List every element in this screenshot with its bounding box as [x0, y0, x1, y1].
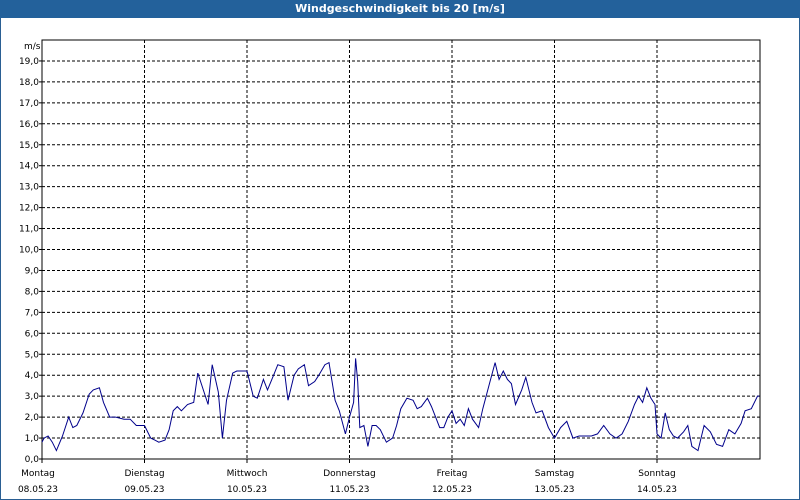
x-tick-date-label: 12.05.23 — [432, 485, 472, 495]
y-tick-label: 12,0 — [19, 204, 39, 214]
y-tick-label: 8,0 — [25, 287, 40, 297]
wind-speed-chart: m/s 0,0 1,0 2,0 3,0 4,0 5,0 6,0 7,0 8,0 9,0 10,0 11… — [18, 39, 761, 495]
y-tick-label: 17,0 — [19, 99, 39, 109]
x-tick-day-label: Dienstag — [124, 469, 164, 479]
x-tick-date-label: 08.05.23 — [18, 485, 58, 495]
y-tick-label: 0,0 — [25, 455, 40, 465]
y-axis-ticks: 0,0 1,0 2,0 3,0 4,0 5,0 6,0 7,0 8,0 9,0 10,0 11,0 12… — [19, 57, 42, 465]
y-tick-label: 9,0 — [25, 266, 40, 276]
y-tick-label: 1,0 — [25, 434, 40, 444]
y-tick-label: 6,0 — [25, 329, 40, 339]
y-tick-label: 7,0 — [25, 308, 40, 318]
x-tick-date-label: 14.05.23 — [637, 485, 677, 495]
y-tick-label: 16,0 — [19, 120, 39, 130]
x-tick-day-label: Samstag — [535, 469, 574, 479]
y-tick-label: 11,0 — [19, 225, 39, 235]
y-tick-label: 5,0 — [25, 350, 40, 360]
y-tick-label: 15,0 — [19, 141, 39, 151]
y-tick-label: 13,0 — [19, 183, 39, 193]
y-tick-label: 10,0 — [19, 246, 39, 256]
x-tick-date-label: 10.05.23 — [227, 485, 267, 495]
x-tick-day-label: Mittwoch — [227, 469, 268, 479]
x-tick-date-label: 09.05.23 — [124, 485, 164, 495]
x-axis-ticks: Montag 08.05.23 Dienstag 09.05.23 Mittwoch 10… — [18, 459, 677, 495]
x-tick-day-label: Sonntag — [638, 469, 675, 479]
y-tick-label: 19,0 — [19, 57, 39, 67]
y-tick-label: 2,0 — [25, 413, 40, 423]
y-tick-label: 3,0 — [25, 392, 40, 402]
y-axis-unit-label: m/s — [24, 42, 41, 52]
x-tick-day-label: Donnerstag — [323, 469, 376, 479]
x-tick-day-label: Freitag — [437, 469, 468, 479]
x-tick-date-label: 13.05.23 — [534, 485, 574, 495]
x-tick-date-label: 11.05.23 — [329, 485, 369, 495]
x-tick-day-label: Montag — [21, 469, 55, 479]
y-tick-label: 4,0 — [25, 371, 40, 381]
y-tick-label: 18,0 — [19, 78, 39, 88]
y-tick-label: 14,0 — [19, 162, 39, 172]
